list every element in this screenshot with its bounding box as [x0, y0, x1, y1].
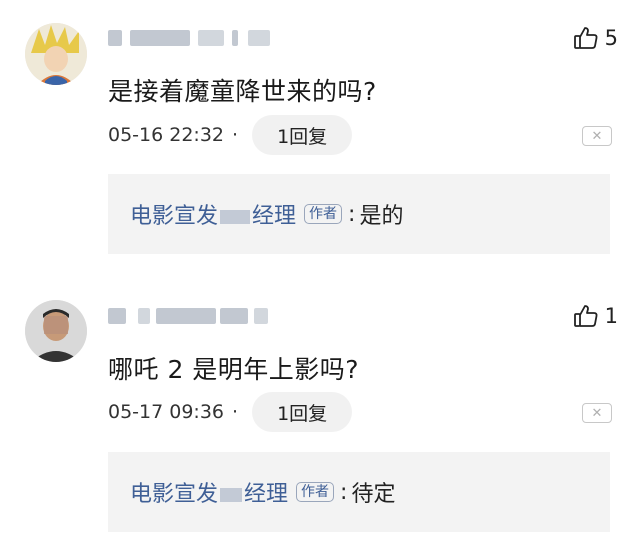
comment-text: 哪吒 2 是明年上影吗? — [108, 355, 360, 384]
reply-count-button[interactable]: 1回复 — [252, 115, 353, 155]
comment-meta: 05-17 09:36 · 1回复 — [108, 392, 353, 432]
reply-author[interactable]: 电影宣发 经理 — [130, 198, 296, 230]
reply-text: 是的 — [359, 204, 404, 229]
like-count: 5 — [604, 26, 618, 50]
close-icon: ✕ — [591, 128, 603, 144]
reply-count-button[interactable]: 1回复 — [252, 392, 353, 432]
comment-text: 是接着魔童降世来的吗? — [108, 77, 377, 106]
timestamp: 05-17 09:36 — [108, 401, 225, 423]
reply-separator: : — [348, 201, 356, 227]
close-icon: ✕ — [591, 405, 603, 421]
reply-separator: : — [340, 479, 348, 505]
obscured-name-part — [220, 488, 243, 502]
like-count: 1 — [604, 304, 618, 328]
reply-preview[interactable]: 电影宣发 经理 作者 : 待定 — [108, 452, 610, 532]
reply-author[interactable]: 电影宣发 经理 — [130, 476, 288, 508]
reply-text: 待定 — [351, 482, 396, 507]
obscured-name-part — [220, 210, 251, 224]
thumbs-up-icon — [573, 25, 599, 51]
timestamp: 05-16 22:32 — [108, 124, 225, 146]
avatar[interactable] — [25, 300, 87, 362]
dismiss-button[interactable]: ✕ — [582, 403, 612, 423]
like-button[interactable]: 5 — [573, 25, 618, 51]
reply-preview[interactable]: 电影宣发 经理 作者 : 是的 — [108, 174, 610, 254]
separator-dot: · — [232, 124, 239, 146]
separator-dot: · — [232, 401, 239, 423]
author-badge: 作者 — [296, 482, 335, 502]
comment-meta: 05-16 22:32 · 1回复 — [108, 115, 353, 155]
thumbs-up-icon — [573, 303, 599, 329]
dismiss-button[interactable]: ✕ — [582, 126, 612, 146]
username-obscured[interactable] — [108, 304, 288, 328]
username-obscured[interactable] — [108, 26, 288, 50]
like-button[interactable]: 1 — [573, 303, 618, 329]
author-badge: 作者 — [304, 204, 343, 224]
avatar[interactable] — [25, 23, 87, 85]
